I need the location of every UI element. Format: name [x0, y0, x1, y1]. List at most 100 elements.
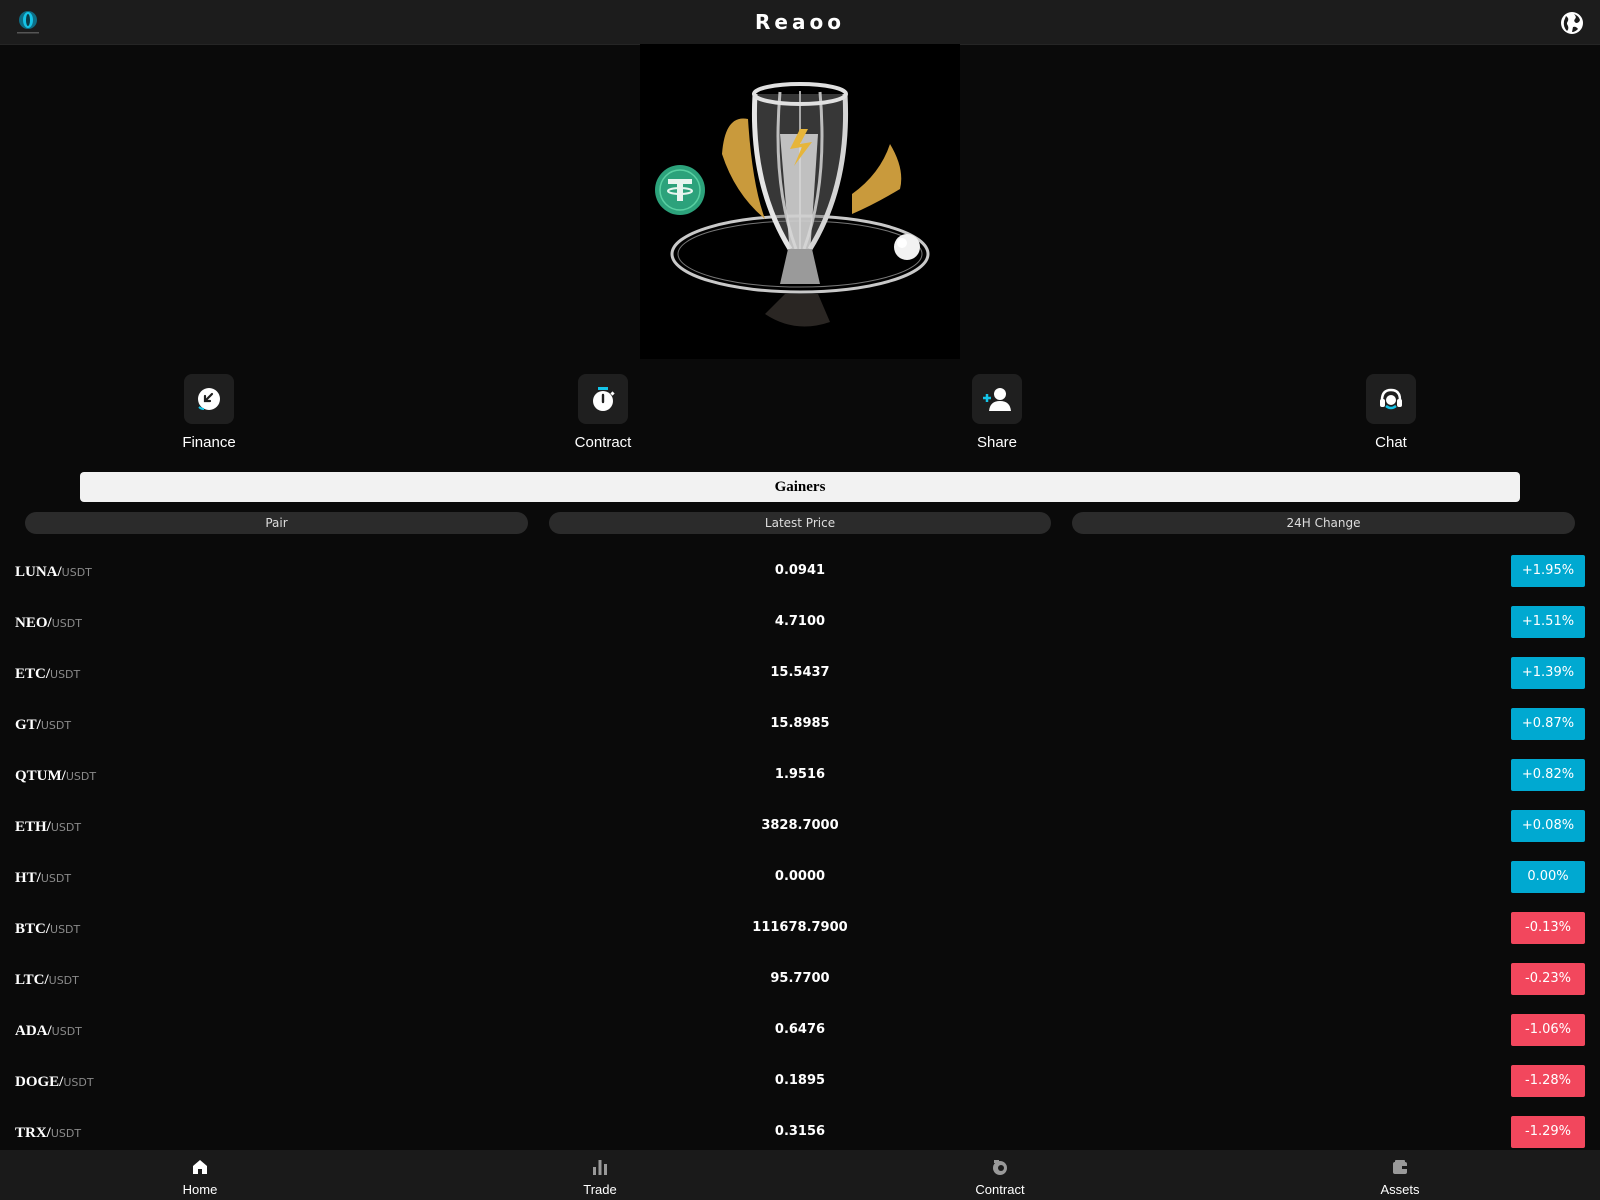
column-header-pair[interactable]: Pair — [25, 512, 528, 534]
pair-name: ETC/USDT — [15, 647, 80, 700]
pair-base: ETC/ — [15, 666, 51, 682]
headset-icon — [1380, 388, 1402, 410]
change-badge[interactable]: +0.82% — [1511, 759, 1585, 791]
nav-label: Home — [182, 1182, 218, 1197]
pair-name: BTC/USDT — [15, 902, 80, 955]
change-badge[interactable]: +1.51% — [1511, 606, 1585, 638]
change-badge[interactable]: -0.23% — [1511, 963, 1585, 995]
latest-price: 4.7100 — [774, 614, 826, 629]
pair-base: BTC/ — [15, 921, 51, 937]
add-user-icon — [983, 388, 1011, 411]
pair-base: LUNA/ — [15, 564, 62, 580]
pair-base: QTUM/ — [15, 768, 66, 784]
pair-base: TRX/ — [15, 1125, 51, 1141]
pair-base: LTC/ — [15, 972, 49, 988]
change-badge[interactable]: +1.95% — [1511, 555, 1585, 587]
bar-chart-icon — [593, 1160, 607, 1175]
nav-trade[interactable]: Trade — [500, 1150, 700, 1200]
trophy-illustration — [655, 82, 930, 327]
pair-base: GT/ — [15, 717, 41, 733]
latest-price: 95.7700 — [770, 971, 830, 986]
wallet-icon — [1393, 1160, 1407, 1174]
bottom-nav: Home Trade Contract Assets — [0, 1150, 1600, 1200]
change-badge[interactable]: +1.39% — [1511, 657, 1585, 689]
pair-quote: USDT — [50, 1127, 82, 1140]
home-icon — [193, 1160, 207, 1174]
latest-price: 111678.7900 — [752, 920, 848, 935]
pair-name: ETH/USDT — [15, 800, 81, 853]
change-badge[interactable]: -1.28% — [1511, 1065, 1585, 1097]
nav-label: Trade — [583, 1182, 617, 1197]
quick-action-label: Share — [976, 434, 1018, 451]
latest-price: 0.0000 — [774, 869, 826, 884]
latest-price: 0.1895 — [774, 1073, 826, 1088]
market-row[interactable]: DOGE/USDT 0.1895 -1.28% — [0, 1055, 1600, 1106]
market-row[interactable]: GT/USDT 15.8985 +0.87% — [0, 698, 1600, 749]
contract-icon — [993, 1160, 1007, 1175]
latest-price: 15.5437 — [770, 665, 830, 680]
latest-price: 15.8985 — [770, 716, 830, 731]
pair-name: QTUM/USDT — [15, 749, 96, 802]
pair-quote: USDT — [40, 719, 72, 732]
market-row[interactable]: ETH/USDT 3828.7000 +0.08% — [0, 800, 1600, 851]
pair-quote: USDT — [61, 566, 92, 579]
column-header-change[interactable]: 24H Change — [1072, 512, 1575, 534]
pair-base: HT/ — [15, 870, 41, 886]
nav-label: Contract — [975, 1182, 1025, 1197]
pair-base: NEO/ — [15, 615, 52, 631]
quick-action-contract[interactable]: Contract — [523, 374, 683, 464]
column-header-price[interactable]: Latest Price — [549, 512, 1051, 534]
nav-contract[interactable]: Contract — [900, 1150, 1100, 1200]
top-bar: Reaoo — [0, 0, 1600, 45]
market-row[interactable]: QTUM/USDT 1.9516 +0.82% — [0, 749, 1600, 800]
change-badge[interactable]: +0.87% — [1511, 708, 1585, 740]
stopwatch-icon — [593, 387, 615, 411]
hero-banner — [640, 44, 960, 359]
app-title: Reaoo — [755, 10, 845, 34]
nav-home[interactable]: Home — [100, 1150, 300, 1200]
market-row[interactable]: ADA/USDT 0.6476 -1.06% — [0, 1004, 1600, 1055]
market-row[interactable]: NEO/USDT 4.7100 +1.51% — [0, 596, 1600, 647]
tab-gainers[interactable]: Gainers — [80, 472, 1520, 502]
quick-action-finance[interactable]: Finance — [129, 374, 289, 464]
quick-action-label: Contract — [574, 434, 632, 451]
market-row[interactable]: BTC/USDT 111678.7900 -0.13% — [0, 902, 1600, 953]
nav-assets[interactable]: Assets — [1300, 1150, 1500, 1200]
change-badge[interactable]: -0.13% — [1511, 912, 1585, 944]
change-badge[interactable]: +0.08% — [1511, 810, 1585, 842]
pair-quote: USDT — [50, 821, 82, 834]
market-row[interactable]: HT/USDT 0.0000 0.00% — [0, 851, 1600, 902]
market-row[interactable]: LUNA/USDT 0.0941 +1.95% — [0, 545, 1600, 596]
pair-quote: USDT — [63, 1076, 94, 1089]
latest-price: 0.6476 — [774, 1022, 826, 1037]
latest-price: 3828.7000 — [761, 818, 839, 833]
finance-icon — [198, 388, 220, 410]
quick-action-chat[interactable]: Chat — [1311, 374, 1471, 464]
pair-quote: USDT — [51, 617, 82, 630]
pair-base: ETH/ — [15, 819, 51, 835]
pair-quote: USDT — [51, 1025, 82, 1038]
pair-name: GT/USDT — [15, 698, 71, 751]
change-badge[interactable]: -1.29% — [1511, 1116, 1585, 1148]
latest-price: 1.9516 — [774, 767, 826, 782]
quick-action-label: Chat — [1375, 434, 1407, 451]
pair-name: LTC/USDT — [15, 953, 79, 1006]
pair-name: LUNA/USDT — [15, 545, 92, 598]
globe-icon[interactable] — [1560, 11, 1584, 35]
nav-label: Assets — [1380, 1182, 1420, 1197]
pair-quote: USDT — [40, 872, 72, 885]
change-badge[interactable]: 0.00% — [1511, 861, 1585, 893]
pair-quote: USDT — [50, 668, 81, 681]
market-row[interactable]: LTC/USDT 95.7700 -0.23% — [0, 953, 1600, 1004]
pair-quote: USDT — [50, 923, 81, 936]
pair-name: DOGE/USDT — [15, 1055, 94, 1108]
latest-price: 0.0941 — [774, 563, 826, 578]
pair-name: HT/USDT — [15, 851, 71, 904]
market-row[interactable]: ETC/USDT 15.5437 +1.39% — [0, 647, 1600, 698]
pair-quote: USDT — [65, 770, 97, 783]
quick-action-label: Finance — [182, 434, 236, 451]
change-badge[interactable]: -1.06% — [1511, 1014, 1585, 1046]
pair-name: NEO/USDT — [15, 596, 82, 649]
pair-quote: USDT — [48, 974, 79, 987]
quick-action-share[interactable]: Share — [917, 374, 1077, 464]
